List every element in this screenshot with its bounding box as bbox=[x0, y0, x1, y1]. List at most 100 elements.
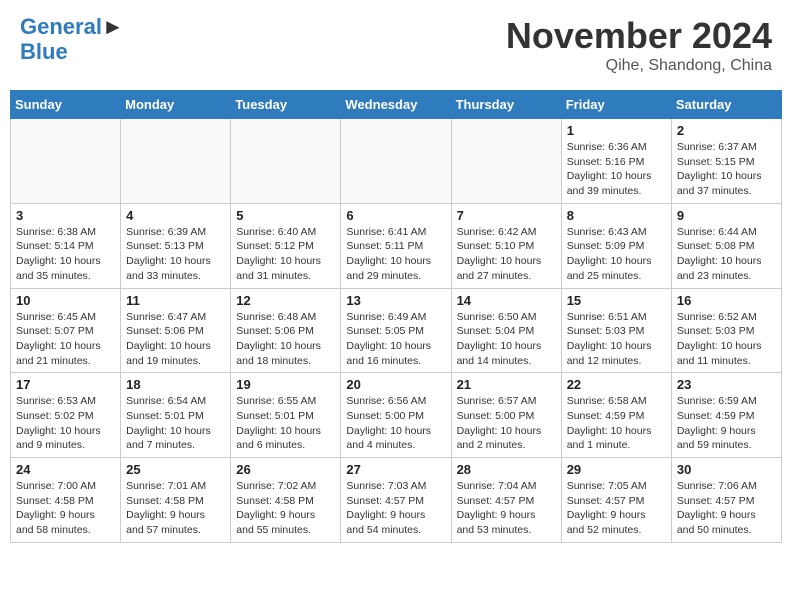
day-number: 2 bbox=[677, 123, 776, 138]
calendar-cell: 27Sunrise: 7:03 AM Sunset: 4:57 PM Dayli… bbox=[341, 458, 451, 543]
day-number: 15 bbox=[567, 293, 666, 308]
day-info: Sunrise: 7:05 AM Sunset: 4:57 PM Dayligh… bbox=[567, 479, 666, 538]
day-number: 23 bbox=[677, 377, 776, 392]
day-info: Sunrise: 6:49 AM Sunset: 5:05 PM Dayligh… bbox=[346, 310, 445, 369]
day-number: 25 bbox=[126, 462, 225, 477]
day-number: 20 bbox=[346, 377, 445, 392]
calendar-cell: 26 Sunrise: 7:02 AM Sunset: 4:58 PM Dayli… bbox=[231, 458, 341, 543]
day-info: Sunrise: 6:52 AM Sunset: 5:03 PM Dayligh… bbox=[677, 310, 776, 369]
day-info: Sunrise: 6:38 AM Sunset: 5:14 PM Dayligh… bbox=[16, 225, 115, 284]
day-number: 17 bbox=[16, 377, 115, 392]
weekday-header: Thursday bbox=[451, 91, 561, 119]
location-subtitle: Qihe, Shandong, China bbox=[506, 57, 772, 75]
day-info: Sunrise: 6:45 AM Sunset: 5:07 PM Dayligh… bbox=[16, 310, 115, 369]
weekday-header: Tuesday bbox=[231, 91, 341, 119]
day-number: 3 bbox=[16, 208, 115, 223]
day-info: Sunrise: 6:51 AM Sunset: 5:03 PM Dayligh… bbox=[567, 310, 666, 369]
day-info: Sunrise: 6:44 AM Sunset: 5:08 PM Dayligh… bbox=[677, 225, 776, 284]
calendar-cell: 21 Sunrise: 6:57 AM Sunset: 5:00 PM Dayli… bbox=[451, 373, 561, 458]
calendar-week-row: 3 Sunrise: 6:38 AM Sunset: 5:14 PM Daylig… bbox=[11, 203, 782, 288]
day-number: 11 bbox=[126, 293, 225, 308]
calendar-cell: 10 Sunrise: 6:45 AM Sunset: 5:07 PM Dayli… bbox=[11, 288, 121, 373]
day-info: Sunrise: 6:36 AM Sunset: 5:16 PM Dayligh… bbox=[567, 140, 666, 199]
calendar-cell: 13 Sunrise: 6:49 AM Sunset: 5:05 PM Dayli… bbox=[341, 288, 451, 373]
calendar-cell: 4Sunrise: 6:39 AM Sunset: 5:13 PM Daylig… bbox=[121, 203, 231, 288]
calendar-cell bbox=[341, 119, 451, 204]
logo: General► Blue bbox=[20, 15, 124, 65]
day-info: Sunrise: 6:54 AM Sunset: 5:01 PM Dayligh… bbox=[126, 394, 225, 453]
day-number: 28 bbox=[457, 462, 556, 477]
logo-text: General► bbox=[20, 15, 124, 39]
day-info: Sunrise: 6:56 AM Sunset: 5:00 PM Dayligh… bbox=[346, 394, 445, 453]
day-number: 29 bbox=[567, 462, 666, 477]
day-info: Sunrise: 6:57 AM Sunset: 5:00 PM Dayligh… bbox=[457, 394, 556, 453]
day-number: 8 bbox=[567, 208, 666, 223]
day-info: Sunrise: 6:47 AM Sunset: 5:06 PM Dayligh… bbox=[126, 310, 225, 369]
day-number: 16 bbox=[677, 293, 776, 308]
day-number: 10 bbox=[16, 293, 115, 308]
calendar-cell: 1 Sunrise: 6:36 AM Sunset: 5:16 PM Daylig… bbox=[561, 119, 671, 204]
day-number: 1 bbox=[567, 123, 666, 138]
calendar-cell: 20 Sunrise: 6:56 AM Sunset: 5:00 PM Dayli… bbox=[341, 373, 451, 458]
calendar-cell: 5Sunrise: 6:40 AM Sunset: 5:12 PM Daylig… bbox=[231, 203, 341, 288]
day-info: Sunrise: 6:40 AM Sunset: 5:12 PM Dayligh… bbox=[236, 225, 335, 284]
calendar-cell: 17Sunrise: 6:53 AM Sunset: 5:02 PM Dayli… bbox=[11, 373, 121, 458]
day-info: Sunrise: 7:02 AM Sunset: 4:58 PM Dayligh… bbox=[236, 479, 335, 538]
calendar-cell: 7 Sunrise: 6:42 AM Sunset: 5:10 PM Daylig… bbox=[451, 203, 561, 288]
day-info: Sunrise: 6:39 AM Sunset: 5:13 PM Dayligh… bbox=[126, 225, 225, 284]
calendar-cell: 3 Sunrise: 6:38 AM Sunset: 5:14 PM Daylig… bbox=[11, 203, 121, 288]
day-number: 30 bbox=[677, 462, 776, 477]
calendar-cell bbox=[121, 119, 231, 204]
day-number: 14 bbox=[457, 293, 556, 308]
day-number: 13 bbox=[346, 293, 445, 308]
calendar-cell: 29 Sunrise: 7:05 AM Sunset: 4:57 PM Dayli… bbox=[561, 458, 671, 543]
calendar-cell: 2 Sunrise: 6:37 AM Sunset: 5:15 PM Daylig… bbox=[671, 119, 781, 204]
calendar-week-row: 1 Sunrise: 6:36 AM Sunset: 5:16 PM Daylig… bbox=[11, 119, 782, 204]
calendar-cell: 6Sunrise: 6:41 AM Sunset: 5:11 PM Daylig… bbox=[341, 203, 451, 288]
page-header: General► Blue November 2024 Qihe, Shando… bbox=[10, 10, 782, 80]
calendar-cell: 24 Sunrise: 7:00 AM Sunset: 4:58 PM Dayli… bbox=[11, 458, 121, 543]
day-number: 12 bbox=[236, 293, 335, 308]
day-info: Sunrise: 6:37 AM Sunset: 5:15 PM Dayligh… bbox=[677, 140, 776, 199]
calendar-cell: 19 Sunrise: 6:55 AM Sunset: 5:01 PM Dayli… bbox=[231, 373, 341, 458]
calendar-cell: 15 Sunrise: 6:51 AM Sunset: 5:03 PM Dayli… bbox=[561, 288, 671, 373]
weekday-header: Sunday bbox=[11, 91, 121, 119]
calendar-cell: 22Sunrise: 6:58 AM Sunset: 4:59 PM Dayli… bbox=[561, 373, 671, 458]
day-info: Sunrise: 6:48 AM Sunset: 5:06 PM Dayligh… bbox=[236, 310, 335, 369]
calendar-week-row: 17Sunrise: 6:53 AM Sunset: 5:02 PM Dayli… bbox=[11, 373, 782, 458]
calendar-cell bbox=[231, 119, 341, 204]
calendar-cell: 9Sunrise: 6:44 AM Sunset: 5:08 PM Daylig… bbox=[671, 203, 781, 288]
day-number: 24 bbox=[16, 462, 115, 477]
day-number: 21 bbox=[457, 377, 556, 392]
day-number: 19 bbox=[236, 377, 335, 392]
weekday-header: Friday bbox=[561, 91, 671, 119]
weekday-header: Monday bbox=[121, 91, 231, 119]
calendar-cell: 11 Sunrise: 6:47 AM Sunset: 5:06 PM Dayli… bbox=[121, 288, 231, 373]
weekday-header: Saturday bbox=[671, 91, 781, 119]
day-number: 6 bbox=[346, 208, 445, 223]
day-info: Sunrise: 6:58 AM Sunset: 4:59 PM Dayligh… bbox=[567, 394, 666, 453]
calendar-cell: 23Sunrise: 6:59 AM Sunset: 4:59 PM Dayli… bbox=[671, 373, 781, 458]
day-info: Sunrise: 7:03 AM Sunset: 4:57 PM Dayligh… bbox=[346, 479, 445, 538]
day-info: Sunrise: 6:42 AM Sunset: 5:10 PM Dayligh… bbox=[457, 225, 556, 284]
calendar-week-row: 24 Sunrise: 7:00 AM Sunset: 4:58 PM Dayli… bbox=[11, 458, 782, 543]
day-info: Sunrise: 7:04 AM Sunset: 4:57 PM Dayligh… bbox=[457, 479, 556, 538]
calendar-cell: 14Sunrise: 6:50 AM Sunset: 5:04 PM Dayli… bbox=[451, 288, 561, 373]
calendar-cell: 25 Sunrise: 7:01 AM Sunset: 4:58 PM Dayli… bbox=[121, 458, 231, 543]
calendar-cell bbox=[11, 119, 121, 204]
day-number: 7 bbox=[457, 208, 556, 223]
weekday-header: Wednesday bbox=[341, 91, 451, 119]
calendar-cell: 18 Sunrise: 6:54 AM Sunset: 5:01 PM Dayli… bbox=[121, 373, 231, 458]
day-number: 18 bbox=[126, 377, 225, 392]
calendar-cell: 30 Sunrise: 7:06 AM Sunset: 4:57 PM Dayli… bbox=[671, 458, 781, 543]
day-number: 26 bbox=[236, 462, 335, 477]
calendar-week-row: 10 Sunrise: 6:45 AM Sunset: 5:07 PM Dayli… bbox=[11, 288, 782, 373]
calendar-cell: 16 Sunrise: 6:52 AM Sunset: 5:03 PM Dayli… bbox=[671, 288, 781, 373]
day-info: Sunrise: 7:06 AM Sunset: 4:57 PM Dayligh… bbox=[677, 479, 776, 538]
month-title: November 2024 bbox=[506, 15, 772, 57]
day-info: Sunrise: 6:55 AM Sunset: 5:01 PM Dayligh… bbox=[236, 394, 335, 453]
day-info: Sunrise: 7:00 AM Sunset: 4:58 PM Dayligh… bbox=[16, 479, 115, 538]
title-block: November 2024 Qihe, Shandong, China bbox=[506, 15, 772, 75]
calendar-cell: 28 Sunrise: 7:04 AM Sunset: 4:57 PM Dayli… bbox=[451, 458, 561, 543]
day-info: Sunrise: 7:01 AM Sunset: 4:58 PM Dayligh… bbox=[126, 479, 225, 538]
